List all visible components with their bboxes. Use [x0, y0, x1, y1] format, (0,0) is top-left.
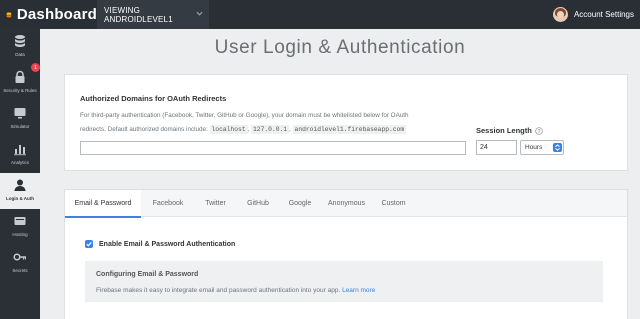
sidebar-item-label: Hosting [12, 232, 28, 237]
tab-custom[interactable]: Custom [373, 190, 414, 217]
authorized-domains-card: Authorized Domains for OAuth Redirects F… [64, 74, 628, 171]
account-settings-link[interactable]: Account Settings [552, 0, 634, 29]
authorized-domains-heading: Authorized Domains for OAuth Redirects [80, 94, 227, 103]
sidebar-item-label: Secrets [12, 268, 28, 273]
provider-tabs: Email & Password Facebook Twitter GitHub… [65, 190, 627, 218]
account-settings-label: Account Settings [573, 10, 634, 19]
key-icon [13, 253, 26, 261]
info-text-body: Firebase makes it easy to integrate emai… [96, 287, 341, 294]
page-title: User Login & Authentication [214, 37, 466, 58]
sidebar-item-analytics[interactable]: Analytics [0, 137, 40, 173]
brand-title: Dashboard [16, 6, 97, 23]
database-icon [15, 35, 25, 47]
help-icon[interactable]: ? [535, 126, 543, 135]
bar-chart-icon [14, 145, 26, 156]
enable-email-password-label: Enable Email & Password Authentication [99, 240, 236, 248]
sidebar-item-label: Security & Rules [3, 88, 37, 93]
session-unit-value: Hours [525, 144, 543, 151]
tab-google[interactable]: Google [280, 190, 320, 217]
tab-github[interactable]: GitHub [236, 190, 280, 217]
sidebar-item-simulator[interactable]: Simulator [0, 101, 40, 137]
app-selector-dropdown[interactable]: VIEWING ANDROIDLEVEL1 [97, 0, 209, 29]
learn-more-link[interactable]: Learn more [342, 287, 375, 294]
sidebar: Data Security & Rules Simulator Analytic… [0, 29, 40, 319]
chevron-down-icon [196, 11, 203, 16]
avatar [552, 7, 568, 22]
default-domain-chip: 127.0.0.1 [251, 125, 290, 134]
select-arrows-icon [553, 143, 562, 152]
default-domain-chip: localhost [209, 125, 248, 134]
sidebar-item-label: Login & Auth [5, 196, 35, 201]
authorized-domains-input[interactable] [80, 141, 466, 155]
monitor-icon [14, 108, 26, 119]
sidebar-item-hosting[interactable]: Hosting [0, 209, 40, 245]
enable-email-password-row: Enable Email & Password Authentication [85, 240, 235, 248]
tab-anonymous[interactable]: Anonymous [320, 190, 373, 217]
session-unit-select[interactable]: Hours [520, 140, 564, 155]
authorized-domains-description: For third-party authentication (Facebook… [80, 112, 409, 134]
svg-text:?: ? [537, 129, 540, 135]
info-text: Firebase makes it easy to integrate emai… [96, 287, 375, 294]
user-icon [14, 179, 26, 191]
brand-logo[interactable]: Dashboard [0, 0, 97, 29]
session-length-label: Session Length ? [476, 126, 543, 135]
sidebar-item-label: Simulator [10, 124, 30, 129]
tab-facebook[interactable]: Facebook [141, 190, 195, 217]
auth-providers-card: Email & Password Facebook Twitter GitHub… [64, 189, 628, 319]
sidebar-item-data[interactable]: Data [0, 29, 40, 65]
session-length-input[interactable]: 24 [476, 140, 517, 155]
checkmark-icon [86, 241, 92, 247]
description-line-2: redirects. Default authorized domains in… [80, 126, 208, 133]
info-title: Configuring Email & Password [96, 271, 199, 278]
default-domain-chip: androidlevel1.firebaseapp.com [292, 125, 407, 134]
session-length-text: Session Length [476, 126, 532, 135]
description-line-1: For third-party authentication (Facebook… [80, 112, 409, 119]
hosting-icon [14, 217, 26, 225]
tab-email-password[interactable]: Email & Password [65, 190, 141, 218]
info-box: Configuring Email & Password Firebase ma… [85, 261, 603, 302]
top-bar: Dashboard VIEWING ANDROIDLEVEL1 Account … [0, 0, 640, 29]
sidebar-item-label: Analytics [10, 160, 29, 165]
enable-email-password-checkbox[interactable] [85, 240, 93, 248]
app-selector-label: VIEWING ANDROIDLEVEL1 [104, 5, 173, 24]
firebase-db-icon [6, 11, 12, 17]
sidebar-item-label: Data [15, 52, 25, 57]
lock-icon [15, 70, 25, 83]
security-badge: 1 [31, 63, 40, 72]
tab-twitter[interactable]: Twitter [195, 190, 236, 217]
sidebar-item-secrets[interactable]: Secrets [0, 245, 40, 281]
sidebar-item-login-auth[interactable]: Login & Auth [0, 173, 40, 209]
